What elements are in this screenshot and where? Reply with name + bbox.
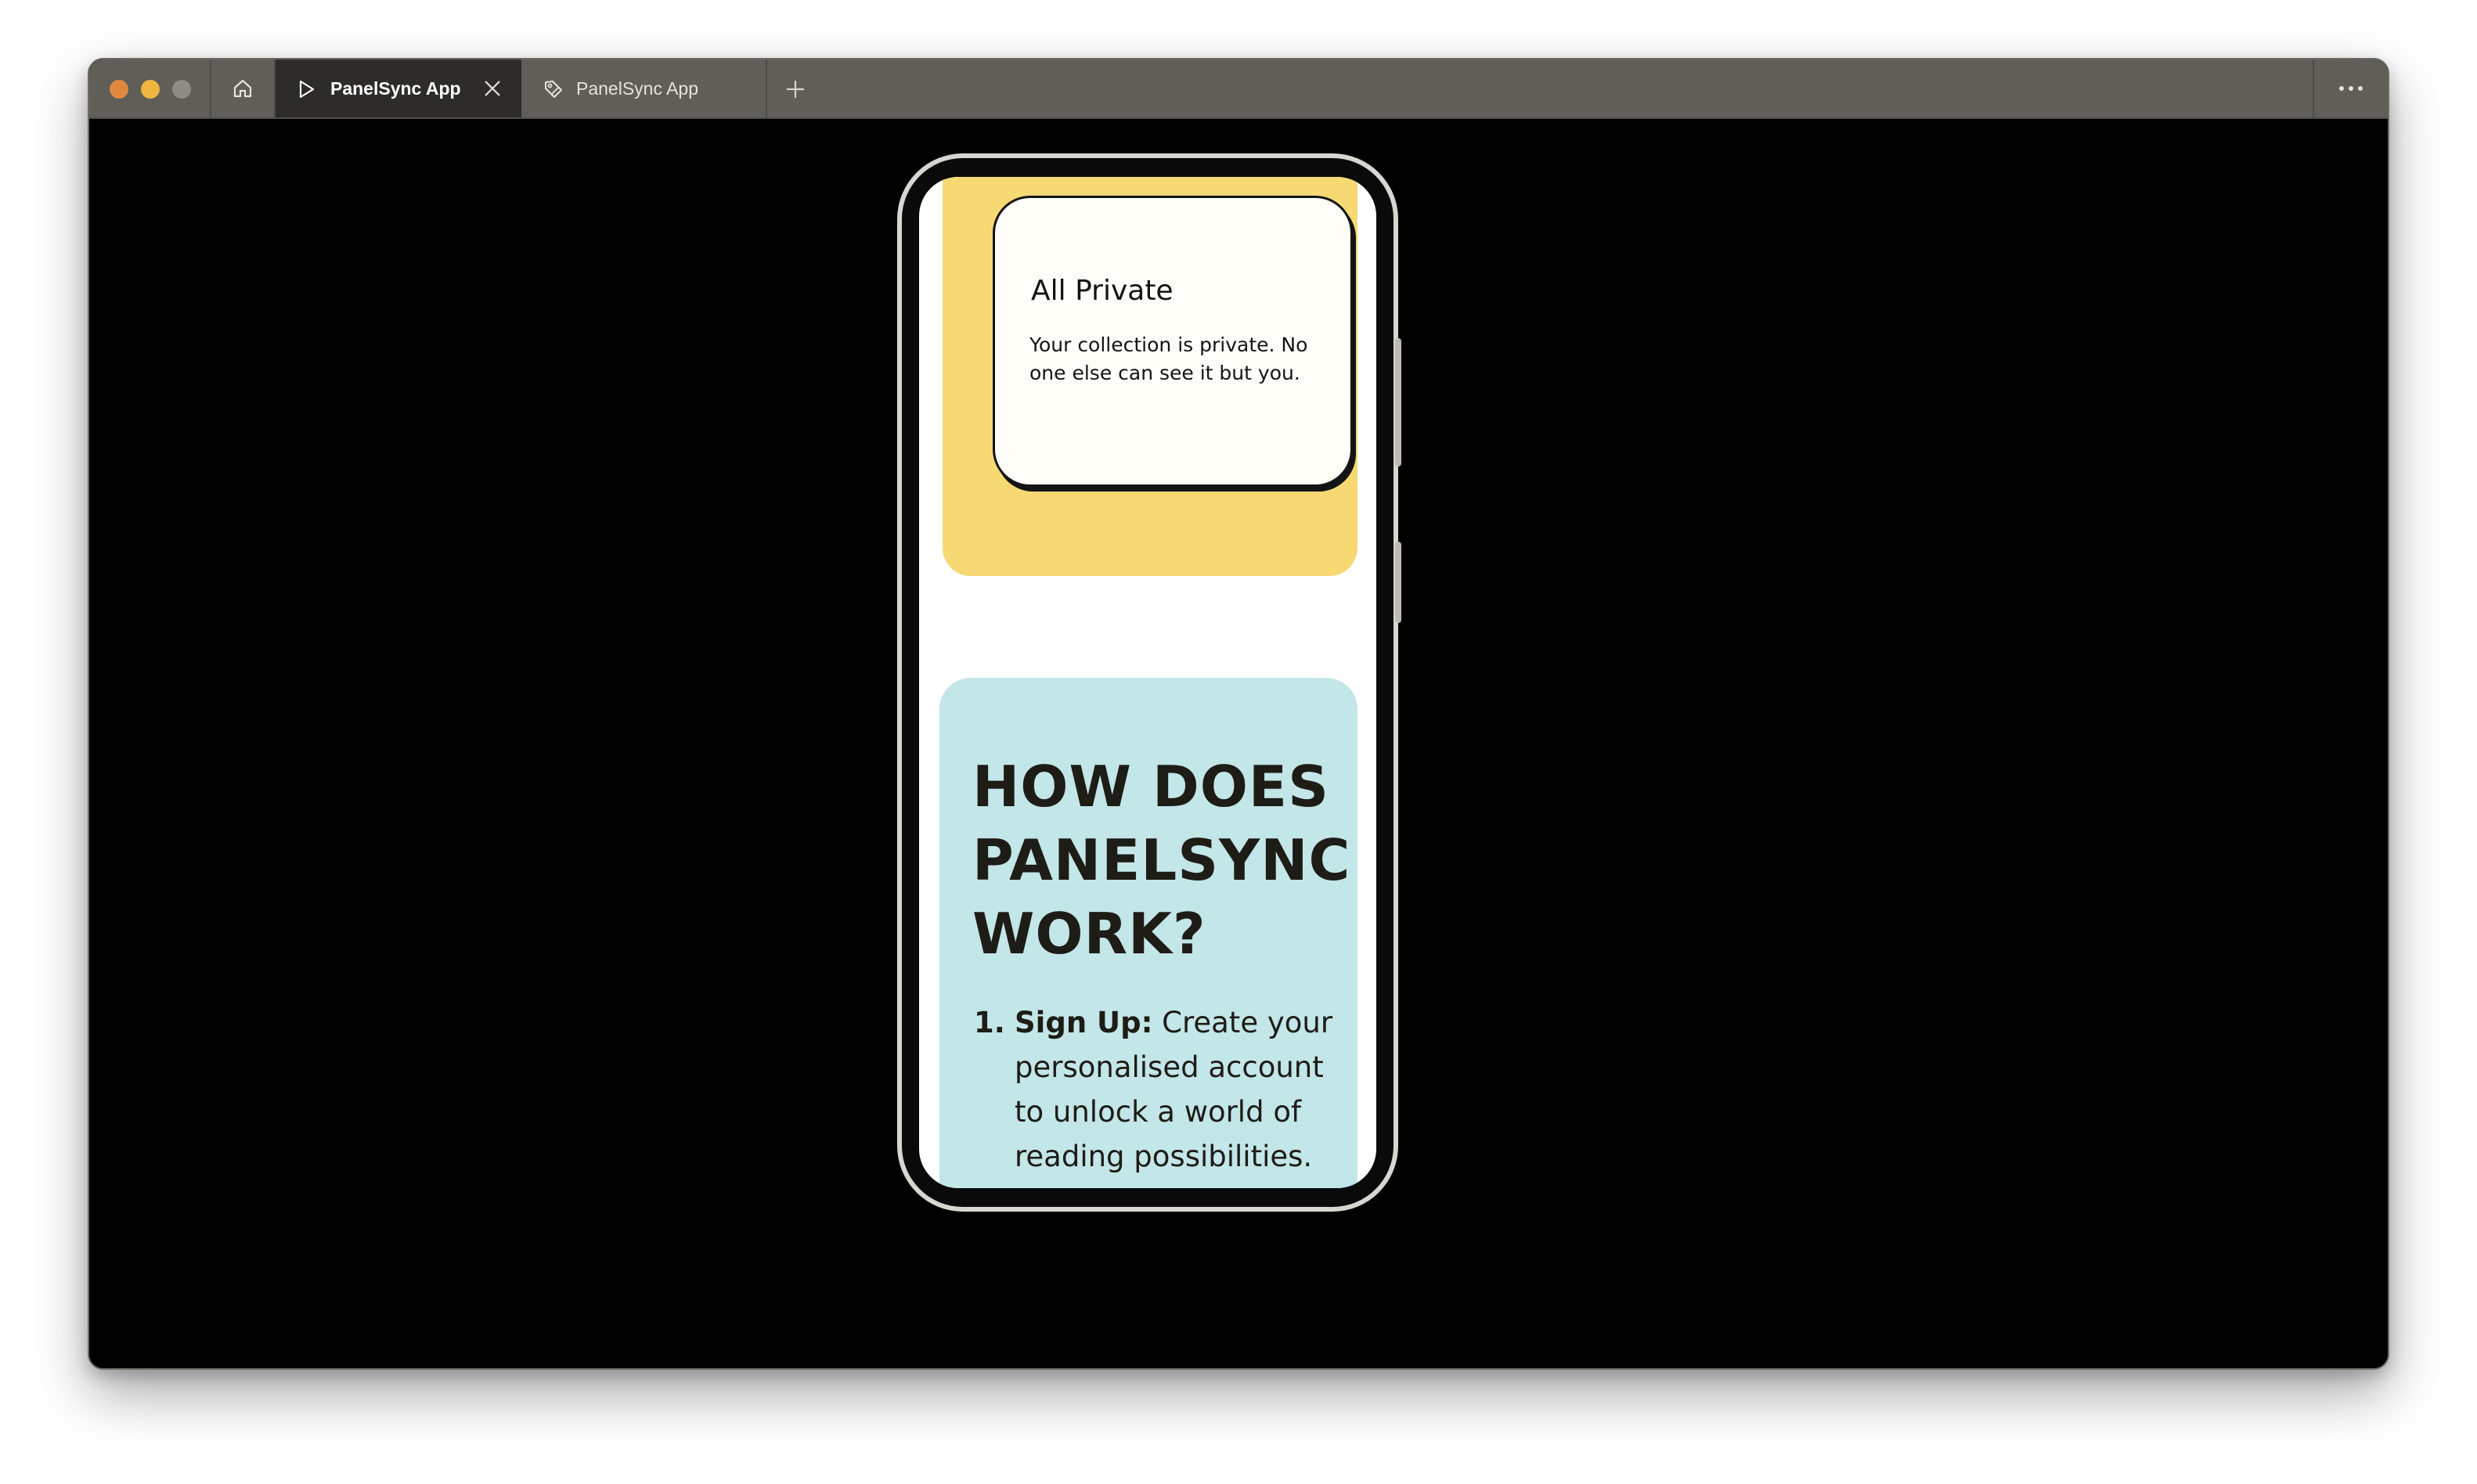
more-menu-button[interactable] [2313,59,2388,117]
step-text: Sign Up: Create your personalised accoun… [1015,1000,1343,1179]
plus-icon[interactable] [781,75,809,103]
tab-panelsync-inactive[interactable]: PanelSync App [521,59,767,117]
phone-side-button [1395,542,1401,623]
step-heading: Sign Up: [1015,1006,1153,1039]
play-icon [299,80,315,99]
home-button[interactable] [210,59,276,117]
home-icon [233,79,252,98]
title-bar: PanelSync App PanelSync App [89,59,2388,119]
maximize-window-button[interactable] [172,80,191,99]
section-heading: HOW DOES PANELSYNC WORK? [972,754,1351,967]
phone-side-button [1395,338,1401,466]
card-body: Your collection is private. No one else … [1029,333,1308,384]
close-window-button[interactable] [110,80,128,99]
more-dots-icon [2339,86,2363,91]
card-title: All Private [1031,275,1174,307]
how-it-works-panel: HOW DOES PANELSYNC WORK? 1. Sign Up: Cre… [939,678,1357,1188]
phone-screen[interactable]: All Private Your collection is private. … [919,177,1376,1188]
features-panel: All Private Your collection is private. … [943,177,1357,576]
close-tab-icon[interactable] [482,78,503,99]
tab-label: PanelSync App [330,78,461,99]
minimize-window-button[interactable] [141,80,160,99]
tab-panelsync-active[interactable]: PanelSync App [276,59,521,117]
all-private-card: All Private Your collection is private. … [993,196,1353,487]
step-number: 1. [974,1006,1005,1039]
tag-icon [545,81,562,98]
tab-label: PanelSync App [576,78,699,99]
